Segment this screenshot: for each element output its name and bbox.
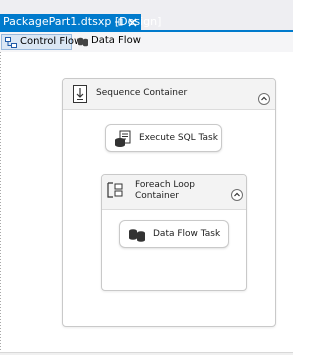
tab-control-flow[interactable]: Control Flow	[1, 34, 82, 50]
close-icon[interactable]	[128, 14, 137, 30]
sequence-collapse-button[interactable]	[258, 93, 270, 105]
document-tab-strip: PackagePart1.dtsxp [Design]	[0, 0, 293, 32]
canvas-left-border	[0, 52, 1, 355]
sequence-container-icon	[73, 85, 87, 103]
chevron-up-icon	[234, 192, 240, 197]
foreach-collapse-button[interactable]	[231, 189, 243, 201]
document-tab[interactable]: PackagePart1.dtsxp [Design]	[0, 14, 161, 30]
execute-sql-icon	[114, 130, 132, 148]
designer-tab-bar: Control Flow Data Flow	[0, 32, 293, 52]
pin-icon[interactable]	[114, 14, 124, 30]
data-flow-task[interactable]: Data Flow Task	[119, 220, 229, 248]
control-flow-icon	[5, 37, 17, 48]
data-flow-icon	[77, 36, 89, 47]
execute-sql-task[interactable]: Execute SQL Task	[105, 124, 222, 152]
foreach-loop-header[interactable]: Foreach Loop Container	[102, 175, 246, 210]
foreach-loop-title: Foreach Loop Container	[135, 180, 196, 201]
sequence-container-header[interactable]: Sequence Container	[63, 79, 275, 110]
sequence-container-title: Sequence Container	[96, 88, 188, 98]
data-flow-task-icon	[128, 226, 146, 244]
chevron-up-icon	[261, 96, 267, 101]
document-tab-title: PackagePart1.dtsxp [Design]	[3, 15, 162, 28]
execute-sql-task-label: Execute SQL Task	[139, 133, 218, 143]
tab-data-flow-label: Data Flow	[91, 35, 141, 46]
data-flow-task-label: Data Flow Task	[153, 229, 221, 239]
foreach-loop-container[interactable]: Foreach Loop Container Data Flow Task	[101, 174, 247, 291]
tab-control-flow-label: Control Flow	[20, 36, 83, 47]
tab-data-flow[interactable]: Data Flow	[74, 34, 141, 50]
foreach-loop-icon	[107, 182, 123, 198]
